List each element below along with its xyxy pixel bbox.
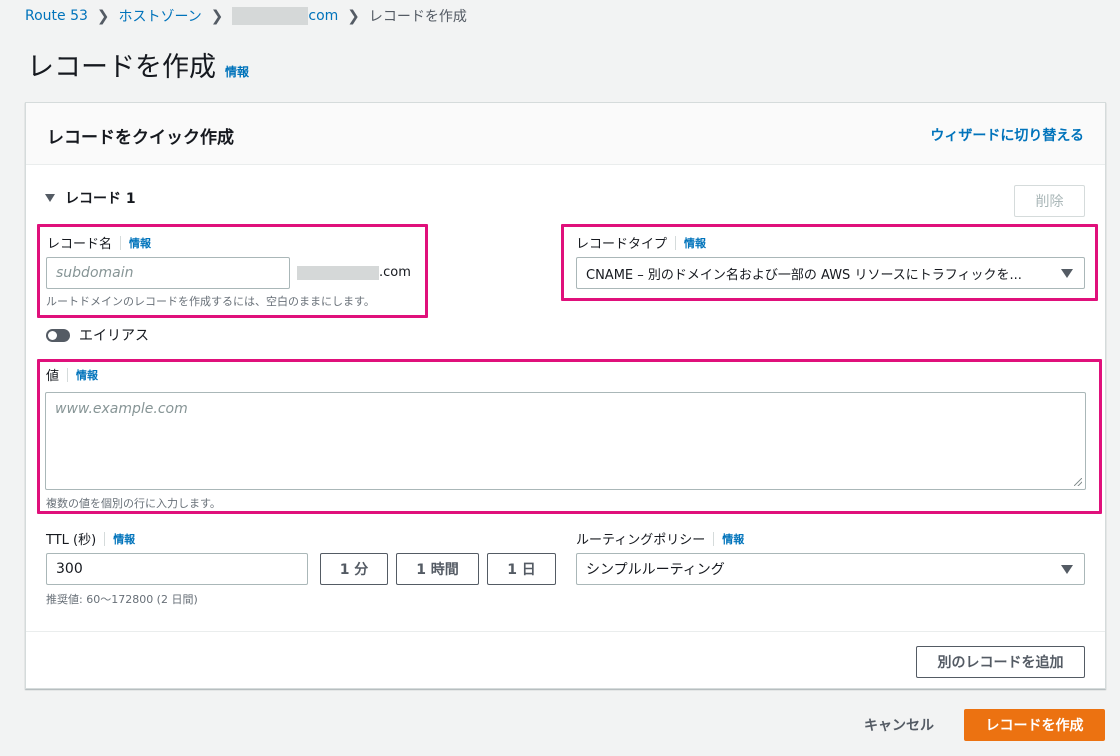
chevron-right-icon: ❯ [347, 7, 360, 25]
switch-to-wizard-link[interactable]: ウィザードに切り替える [930, 125, 1084, 145]
page-title-text: レコードを作成 [27, 52, 216, 83]
record-section-label: レコード 1 [65, 191, 136, 207]
routing-policy-label-text: ルーティングポリシー [576, 533, 706, 548]
breadcrumb-domain[interactable]: com [232, 7, 338, 25]
highlight-record-name [37, 224, 428, 318]
ttl-label-text: TTL (秒) [46, 533, 97, 548]
ttl-info-link[interactable]: 情報 [113, 531, 135, 547]
chevron-right-icon: ❯ [96, 7, 110, 25]
cancel-button[interactable]: キャンセル [864, 715, 934, 735]
highlight-record-type [561, 224, 1098, 301]
ttl-label: TTL (秒) 情報 [46, 529, 135, 548]
page-title: レコードを作成 情報 [27, 45, 249, 84]
panel-title: レコードをクイック作成 [47, 128, 234, 148]
ttl-hint: 推奨値: 60～172800 (2 日間) [46, 593, 198, 606]
record-section-toggle[interactable]: レコード 1 [45, 188, 136, 208]
label-divider [713, 531, 715, 546]
highlight-value [37, 359, 1102, 514]
ttl-1hour-button[interactable]: 1 時間 [396, 553, 479, 585]
ttl-1day-button[interactable]: 1 日 [487, 553, 556, 585]
create-record-button[interactable]: レコードを作成 [964, 709, 1105, 741]
breadcrumb: Route 53 ❯ ホストゾーン ❯ com ❯ レコードを作成 [25, 6, 467, 26]
redacted-domain [232, 7, 309, 25]
breadcrumb-route53[interactable]: Route 53 [25, 8, 88, 24]
breadcrumb-current: レコードを作成 [368, 9, 467, 25]
add-another-record-button[interactable]: 別のレコードを追加 [916, 646, 1085, 678]
ttl-1min-button[interactable]: 1 分 [320, 553, 388, 585]
routing-policy-select[interactable]: シンプルルーティング [576, 553, 1085, 585]
ttl-input[interactable]: 300 [46, 553, 308, 585]
caret-down-icon [1061, 565, 1073, 574]
routing-policy-info-link[interactable]: 情報 [722, 531, 744, 547]
page-info-link[interactable]: 情報 [225, 63, 249, 80]
delete-button[interactable]: 削除 [1014, 185, 1085, 217]
label-divider [104, 531, 106, 546]
routing-policy-selected: シンプルルーティング [586, 562, 725, 578]
breadcrumb-hosted-zones[interactable]: ホストゾーン [118, 6, 201, 26]
alias-label: エイリアス [79, 328, 149, 344]
alias-toggle[interactable] [46, 328, 70, 342]
routing-policy-label: ルーティングポリシー 情報 [576, 529, 744, 548]
toggle-knob [48, 330, 57, 340]
chevron-right-icon: ❯ [210, 7, 224, 25]
panel-header: レコードをクイック作成 ウィザードに切り替える [26, 103, 1105, 165]
triangle-down-icon [45, 194, 55, 202]
alias-toggle-row: エイリアス [46, 325, 149, 345]
panel-divider [26, 631, 1105, 632]
